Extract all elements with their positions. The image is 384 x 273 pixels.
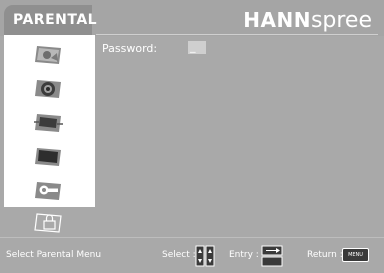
sidebar-item-tv[interactable] [4,139,95,173]
menu-key-icon: MENU [342,248,369,262]
lock-icon [34,213,62,233]
title-bar: PARENTAL HANNspree [0,0,384,36]
select-keys-icon [195,245,215,267]
screen-position-icon [34,114,63,132]
brand-bold: HANN [243,8,311,32]
brand-light: spree [310,8,372,33]
return-label: Return : [307,250,343,260]
speaker-icon [35,80,61,98]
sidebar-item-audio[interactable] [4,71,95,105]
password-label: Password: [102,42,158,55]
sidebar-item-setup[interactable] [4,173,95,207]
picture-icon [35,46,61,64]
sidebar-item-parental[interactable] [4,207,95,237]
osd-window: PARENTAL HANNspree Password: _ Select Pa… [0,0,384,273]
sidebar-item-screen[interactable] [4,105,95,139]
footer-bar: Select Parental Menu Select : Entry : Re… [0,237,384,273]
sidebar-item-picture[interactable] [4,37,95,71]
select-label: Select : [162,250,196,260]
entry-label: Entry : [229,250,259,260]
entry-keys-icon [261,245,283,267]
brand-logo: HANNspree [243,8,372,33]
tv-icon [35,148,61,166]
wrench-icon [35,182,61,200]
footer-hint: Select Parental Menu [6,250,102,260]
sidebar-menu [4,35,95,207]
content-panel: Password: _ [96,36,384,237]
password-field[interactable]: _ [188,41,206,54]
menu-title: PARENTAL [4,5,97,35]
